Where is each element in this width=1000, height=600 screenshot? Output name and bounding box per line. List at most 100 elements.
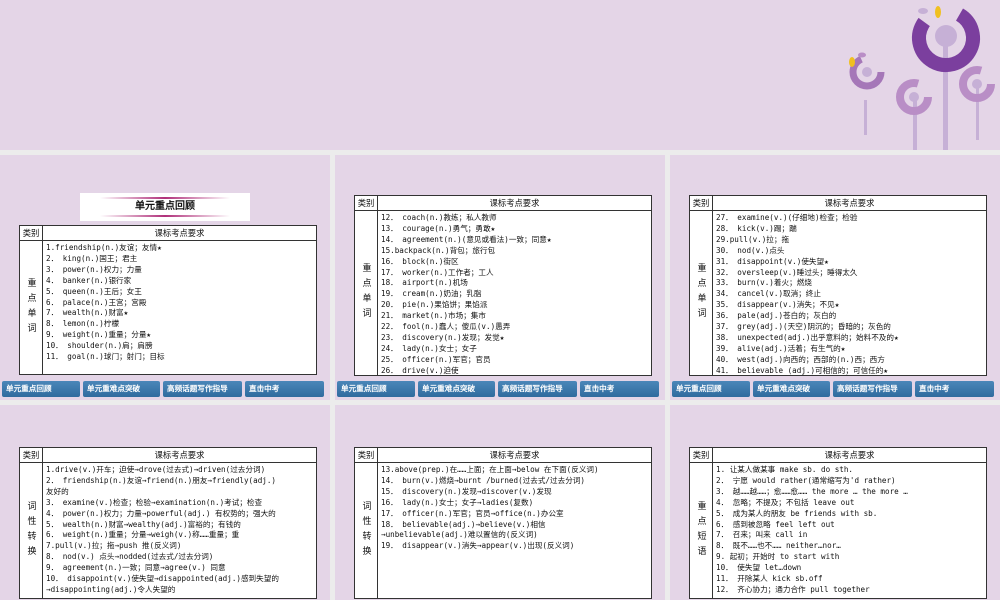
table-row: 10． shoulder(n.)肩；肩膀 [46,341,153,351]
nav-button-2[interactable]: 单元重难点突破 [418,381,495,397]
table-row: 18． believable(adj.)→believe(v.)相信 [381,519,546,529]
category-label: 重点单词 [355,211,378,375]
table-row: 13.above(prep.)在……上面；在上面→below 在下面(反义词) [381,465,599,474]
category-label: 重点单词 [690,211,713,375]
nav-button-4[interactable]: 直击中考 [580,381,659,397]
table-row: 25． officer(n.)军官；官员 [381,354,491,364]
nav-button-1[interactable]: 单元重点回顾 [672,381,750,397]
category-header: 类别 [20,448,43,462]
table-row: 13． courage(n.)勇气；勇敢★ [381,223,496,233]
table-header: 类别 课标考点要求 [690,448,986,463]
table-header: 类别 课标考点要求 [20,448,316,463]
table-row: 31． disappoint(v.)使失望★ [716,256,829,266]
table-row: 37． grey(adj.)(天空)阴沉的；昏暗的；灰色的 [716,322,891,332]
table-row: 12． 齐心协力；通力合作 pull together [716,584,870,594]
table-row: 15． discovery(n.)发现→discover(v.)发现 [381,486,552,496]
nav-button-4[interactable]: 直击中考 [245,381,324,397]
table-header: 类别 课标考点要求 [355,196,651,211]
category-header: 类别 [355,448,378,462]
nav-button-3[interactable]: 高频话题写作指导 [833,381,912,397]
table-row: 6． 感到被忽略 feel left out [716,519,835,529]
requirements-table: 类别 课标考点要求 重点单词 1.friendship(n.)友谊；友情★ 2． ki… [19,225,317,375]
table-row: 14． agreement(n.)(意见或看法)一致；同意★ [381,234,552,244]
table-row: 1. 让某人做某事 make sb. do sth. [716,465,853,474]
table-row: 7． 召来；叫来 call in [716,530,808,540]
requirements-table: 类别 课标考点要求 词性转换 1.drive(v.)开车；迫使→drove(过去式)… [19,447,317,599]
table-row: 1.friendship(n.)友谊；友情★ [46,243,162,252]
table-row: 10． 使失望 let…down [716,563,802,573]
table-row: 7． wealth(n.)财富★ [46,308,129,318]
table-row: 9． agreement(n.)一致；同意→agree(v.) 同意 [46,563,226,573]
table-row: 26． drive(v.)迫使 [381,365,459,375]
table-row: 27． examine(v.)(仔细地)检查；检验 [716,213,858,222]
table-row: 36． pale(adj.)苍白的；灰白的 [716,311,837,321]
table-row: 4． banker(n.)银行家 [46,275,132,285]
slide-nav: 单元重点回顾 单元重难点突破 高频话题写作指导 直击中考 [672,381,994,397]
table-row: 23． discovery(n.)发现；发觉★ [381,332,505,342]
table-row: 17． officer(n.)军官；官员→office(n.)办公室 [381,508,564,518]
table-row: 28． kick(v.)踢；踹 [716,223,797,233]
table-row: 40． west(adj.)向西的；西部的(n.)西；西方 [716,354,885,364]
nav-button-1[interactable]: 单元重点回顾 [337,381,415,397]
requirements-table: 类别 课标考点要求 重点单词 12． coach(n.)教练；私人教师 13． cou… [354,195,652,376]
requirements-table: 类别 课标考点要求 词性转换 13.above(prep.)在……上面；在上面→be… [354,447,652,599]
section-banner: 单元重点回顾 [80,193,250,221]
table-row: 2． 宁愿 would rather(通常缩写为'd rather) [716,475,896,485]
category-label: 词性转换 [20,463,43,598]
table-row: 10． disappoint(v.)使失望→disappointed(adj.)… [46,574,279,584]
nav-button-3[interactable]: 高频话题写作指导 [498,381,577,397]
category-header: 类别 [20,226,43,240]
nav-button-3[interactable]: 高频话题写作指导 [163,381,242,397]
table-row: 30． nod(v.)点头 [716,245,785,255]
category-header: 类别 [355,196,378,210]
nav-button-1[interactable]: 单元重点回顾 [2,381,80,397]
table-row: 29.pull(v.)拉；拖 [716,234,790,244]
table-row: →unbelievable(adj.)难以置信的(反义词) [381,530,538,540]
slide-1: 单元重点回顾 类别 课标考点要求 重点单词 1.friendship(n.)友谊；友… [0,155,330,400]
nav-button-2[interactable]: 单元重难点突破 [83,381,160,397]
table-row: 16． lady(n.)女士；女子→ladies(复数) [381,497,534,507]
table-row: 18． airport(n.)机场 [381,278,468,288]
table-row: 2． friendship(n.)友谊→friend(n.)朋友→friendl… [46,475,276,485]
table-row: 9. 起初；开始时 to start with [716,552,840,562]
category-header: 类别 [690,448,713,462]
table-row: 3． 越……越……；愈……愈…… the more … the more … [716,486,908,496]
slide-5: 类别 课标考点要求 词性转换 13.above(prep.)在……上面；在上面→be… [335,405,665,600]
table-row: 8． nod(v.) 点头→nodded(过去式/过去分词) [46,552,214,562]
table-row: 24． lady(n.)女士；女子 [381,343,477,353]
table-row: 17． worker(n.)工作者；工人 [381,267,494,277]
requirements-table: 类别 课标考点要求 重点短语 1. 让某人做某事 make sb. do sth. 2… [689,447,987,599]
table-row: 5． 成为某人的朋友 be friends with sb. [716,508,878,518]
table-row: 2． king(n.)国王；君主 [46,253,138,263]
table-row: →disappointing(adj.)令人失望的 [46,584,176,594]
requirements-header: 课标考点要求 [489,198,540,208]
table-row: 15.backpack(n.)背包；旅行包 [381,245,496,255]
category-label: 重点单词 [20,241,43,374]
table-row: 19． disappear(v.)消失→appear(v.)出现(反义词) [381,541,575,551]
table-row: 38． unexpected(adj.)出乎意料的；始料不及的★ [716,332,899,342]
category-header: 类别 [690,196,713,210]
nav-button-4[interactable]: 直击中考 [915,381,994,397]
table-row: 34． cancel(v.)取消；终止 [716,289,821,299]
table-row: 6． palace(n.)王宫；宫殿 [46,297,147,307]
flower-decoration-icon [849,4,995,150]
table-row: 6． weight(n.)重量；分量→weigh(v.)称……重量；重 [46,530,240,540]
nav-button-2[interactable]: 单元重难点突破 [753,381,830,397]
table-row: 友好的 [46,486,69,496]
table-row: 7.pull(v.)拉；拖→push 推(反义词) [46,541,182,551]
table-row: 3． power(n.)权力；力量 [46,264,142,274]
table-row: 33． burn(v.)着火；燃烧 [716,278,812,288]
table-row: 5． wealth(n.)财富→wealthy(adj.)富裕的；有钱的 [46,519,241,529]
table-row: 32． oversleep(v.)睡过头；睡得太久 [716,267,858,277]
requirements-header: 课标考点要求 [824,450,875,460]
category-label: 重点短语 [690,463,713,598]
table-row: 35． disappear(v.)消失；不见★ [716,300,840,310]
slide-nav: 单元重点回顾 单元重难点突破 高频话题写作指导 直击中考 [337,381,659,397]
slide-6: 类别 课标考点要求 重点短语 1. 让某人做某事 make sb. do sth. 2… [670,405,1000,600]
requirements-header: 课标考点要求 [154,228,205,238]
table-row: 19． cream(n.)奶油；乳脂 [381,289,482,299]
slide-nav: 单元重点回顾 单元重难点突破 高频话题写作指导 直击中考 [2,381,324,397]
table-row: 3． examine(v.)检查；检验→examination(n.)考试；检查 [46,497,263,507]
requirements-header: 课标考点要求 [154,450,205,460]
table-row: 1.drive(v.)开车；迫使→drove(过去式)→driven(过去分词) [46,465,266,474]
